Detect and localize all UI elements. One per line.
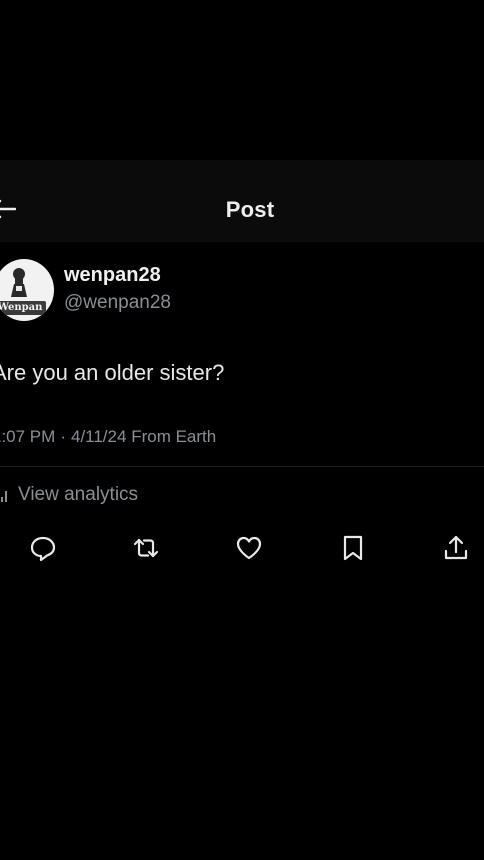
post-text: Are you an older sister?: [0, 360, 225, 385]
post-location: From Earth: [131, 427, 217, 446]
post-time[interactable]: 1:07 PM: [0, 427, 55, 446]
repost-button[interactable]: [131, 533, 161, 563]
avatar-label: Wenpan: [0, 301, 46, 315]
avatar[interactable]: Wenpan: [0, 259, 54, 321]
meta-separator: ·: [60, 427, 66, 446]
author-handle[interactable]: @wenpan28: [64, 292, 171, 314]
page-title: Post: [225, 197, 275, 222]
like-button[interactable]: [234, 533, 264, 563]
analytics-icon: [1, 491, 7, 502]
view-analytics-link[interactable]: View analytics: [0, 484, 138, 506]
author-display-name[interactable]: wenpan28: [64, 264, 161, 287]
analytics-label: View analytics: [18, 484, 139, 505]
reply-icon: [30, 536, 56, 562]
reply-button[interactable]: [28, 533, 58, 563]
divider: [0, 466, 484, 467]
share-icon: [444, 535, 468, 560]
bookmark-button[interactable]: [338, 533, 368, 563]
post-meta: 1:07 PM · 4/11/24 From Earth: [0, 427, 216, 447]
share-button[interactable]: [441, 533, 471, 563]
repost-icon: [133, 538, 159, 558]
avatar-figure-icon: [11, 268, 27, 297]
post-screen: Post Wenpan wenpan28 @wenpan28 Are you a…: [0, 0, 484, 860]
like-icon: [236, 536, 262, 560]
post-date[interactable]: 4/11/24: [71, 427, 126, 446]
bookmark-icon: [343, 535, 363, 561]
